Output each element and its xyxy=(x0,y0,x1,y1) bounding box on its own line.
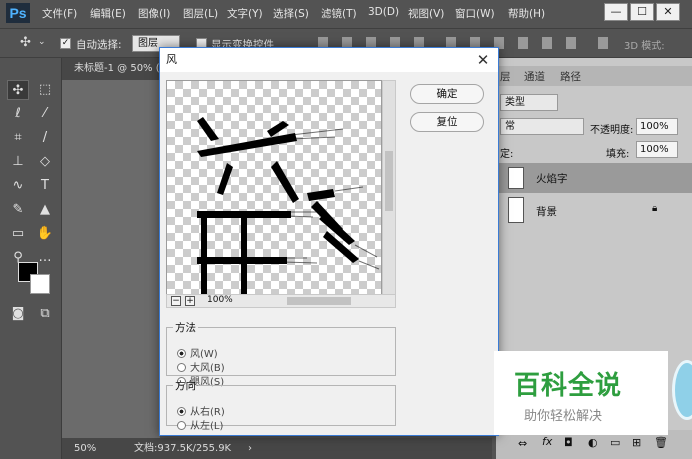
menu-file[interactable]: 文件(F) xyxy=(42,6,77,21)
watermark-title: 百科全说 xyxy=(514,371,623,401)
menu-3d[interactable]: 3D(D) xyxy=(368,6,399,18)
auto-select-checkbox[interactable]: ✓ xyxy=(60,38,71,49)
menu-filter[interactable]: 滤镜(T) xyxy=(321,6,357,21)
ok-button[interactable]: 确定 xyxy=(410,84,484,104)
document-tab[interactable]: 未标题-1 @ 50% ( xyxy=(62,58,160,80)
preview-zoom-bar: − + 100% xyxy=(166,294,396,308)
trash-icon[interactable]: 🗑︎ xyxy=(654,436,668,449)
background-color-swatch[interactable] xyxy=(30,274,50,294)
auto-align-icon[interactable] xyxy=(598,37,608,49)
type-tool-icon[interactable]: T xyxy=(34,176,56,196)
radio-from-left[interactable]: 从左(L) xyxy=(177,417,223,432)
eraser-tool-icon[interactable]: ◇ xyxy=(34,152,56,172)
layer-row[interactable]: 火焰字 xyxy=(496,163,692,193)
3d-mode-label: 3D 模式: xyxy=(624,41,665,52)
radio-blast[interactable]: 大风(B) xyxy=(177,359,225,374)
layer-name[interactable]: 火焰字 xyxy=(536,171,568,186)
panel-tabs: 层 通道 路径 xyxy=(496,66,692,86)
opacity-label: 不透明度: xyxy=(590,125,634,136)
fill-input[interactable]: 100% xyxy=(636,141,678,158)
rectangle-tool-icon[interactable]: ▭ xyxy=(7,224,29,244)
zoom-level[interactable]: 50% xyxy=(74,438,96,459)
hand-tool-icon[interactable]: ✋ xyxy=(34,224,56,244)
menu-bar: Ps 文件(F) 编辑(E) 图像(I) 图层(L) 文字(Y) 选择(S) 滤… xyxy=(0,0,692,26)
fx-icon[interactable]: fx xyxy=(542,435,552,448)
preview-zoom-level: 100% xyxy=(207,295,233,305)
move-tool-icon[interactable]: ✣ xyxy=(20,35,31,50)
path-select-icon[interactable]: ▲ xyxy=(34,200,56,220)
magic-wand-icon[interactable]: ⁄ xyxy=(34,104,56,124)
lock-label: 定: xyxy=(500,149,514,160)
zoom-out-button[interactable]: − xyxy=(171,296,181,306)
menu-window[interactable]: 窗口(W) xyxy=(455,6,495,21)
canvas-area xyxy=(62,58,160,459)
layer-thumbnail xyxy=(508,167,524,189)
lock-icon: 🔒︎ xyxy=(652,203,658,214)
move-tool-icon[interactable]: ✣ xyxy=(7,80,29,100)
menu-image[interactable]: 图像(I) xyxy=(138,6,170,21)
document-info: 文档:937.5K/255.9K xyxy=(134,443,232,454)
maximize-button[interactable]: ☐ xyxy=(630,3,654,21)
layer-name[interactable]: 背景 xyxy=(536,204,557,219)
menu-view[interactable]: 视图(V) xyxy=(408,6,444,21)
minimize-button[interactable]: — xyxy=(604,3,628,21)
radio-from-right[interactable]: 从右(R) xyxy=(177,403,225,418)
menu-help[interactable]: 帮助(H) xyxy=(508,6,545,21)
opacity-input[interactable]: 100% xyxy=(636,118,678,135)
zoom-in-button[interactable]: + xyxy=(185,296,195,306)
adjustment-icon[interactable]: ◐ xyxy=(588,436,598,449)
method-group: 方法 风(W) 大风(B) 飓风(S) xyxy=(166,320,396,388)
stamp-tool-icon[interactable]: ⊥ xyxy=(7,152,29,172)
dialog-title: 风 xyxy=(160,48,498,72)
close-icon[interactable]: ✕ xyxy=(474,50,492,70)
link-icon[interactable]: ⇔ xyxy=(518,437,527,450)
watermark-subtitle: 助你轻松解决 xyxy=(524,409,603,424)
dodge-tool-icon[interactable]: ∿ xyxy=(7,176,29,196)
distribute-right-icon[interactable] xyxy=(566,37,576,49)
quick-mask-icon[interactable]: ◙ xyxy=(7,304,29,324)
brush-tool-icon[interactable]: / xyxy=(34,128,56,148)
crop-tool-icon[interactable]: ⌗ xyxy=(7,128,29,148)
menu-select[interactable]: 选择(S) xyxy=(273,6,309,21)
radio-wind[interactable]: 风(W) xyxy=(177,345,218,360)
tools-panel: ✣ ⬚ ℓ ⁄ ⌗ / ⊥ ◇ ∿ T ✎ ▲ ▭ ✋ ⚲ … ◙ ⧉ xyxy=(0,58,62,459)
watermark: 百科全说 助你轻松解决 xyxy=(494,351,668,435)
status-arrow-icon[interactable]: › xyxy=(248,438,252,459)
chevron-down-icon[interactable]: ⌄ xyxy=(38,37,46,47)
screen-mode-icon[interactable]: ⧉ xyxy=(34,304,56,324)
filter-preview[interactable] xyxy=(166,80,382,296)
menu-type[interactable]: 文字(Y) xyxy=(227,6,263,21)
close-window-button[interactable]: ✕ xyxy=(656,3,680,21)
layer-thumbnail xyxy=(508,197,524,223)
distribute-hcenter-icon[interactable] xyxy=(542,37,552,49)
tab-paths[interactable]: 路径 xyxy=(560,69,581,84)
distribute-left-icon[interactable] xyxy=(518,37,528,49)
direction-group: 方向 从右(R) 从左(L) xyxy=(166,378,396,432)
new-layer-icon[interactable]: ⊞ xyxy=(632,436,641,449)
tab-layers[interactable]: 层 xyxy=(500,69,511,84)
auto-select-label: 自动选择: xyxy=(76,39,122,51)
wind-text-preview xyxy=(197,117,380,295)
filter-kind-dropdown[interactable]: 类型 xyxy=(500,94,558,111)
blend-mode-dropdown[interactable]: 常 xyxy=(500,118,584,135)
tab-channels[interactable]: 通道 xyxy=(524,69,545,84)
reset-button[interactable]: 复位 xyxy=(410,112,484,132)
lasso-tool-icon[interactable]: ℓ xyxy=(7,104,29,124)
marquee-tool-icon[interactable]: ⬚ xyxy=(34,80,56,100)
photoshop-logo: Ps xyxy=(6,3,30,23)
wind-dialog: 风 ✕ − + 100% 确定 复位 方法 风(W) 大风(B) 飓风(S) 方… xyxy=(159,47,499,436)
pen-tool-icon[interactable]: ✎ xyxy=(7,200,29,220)
layer-row[interactable]: 背景 🔒︎ xyxy=(496,195,692,225)
fill-label: 填充: xyxy=(606,149,630,160)
mask-icon[interactable]: ◘ xyxy=(564,436,573,449)
status-bar: 50% 文档:937.5K/255.9K › xyxy=(62,438,492,459)
menu-layer[interactable]: 图层(L) xyxy=(183,6,218,21)
preview-vertical-scrollbar[interactable] xyxy=(382,80,396,296)
menu-edit[interactable]: 编辑(E) xyxy=(90,6,126,21)
horizontal-scroll-thumb[interactable] xyxy=(287,297,351,305)
method-legend: 方法 xyxy=(175,322,196,334)
scroll-thumb[interactable] xyxy=(385,151,393,211)
group-icon[interactable]: ▭ xyxy=(610,436,620,449)
direction-legend: 方向 xyxy=(175,380,196,392)
